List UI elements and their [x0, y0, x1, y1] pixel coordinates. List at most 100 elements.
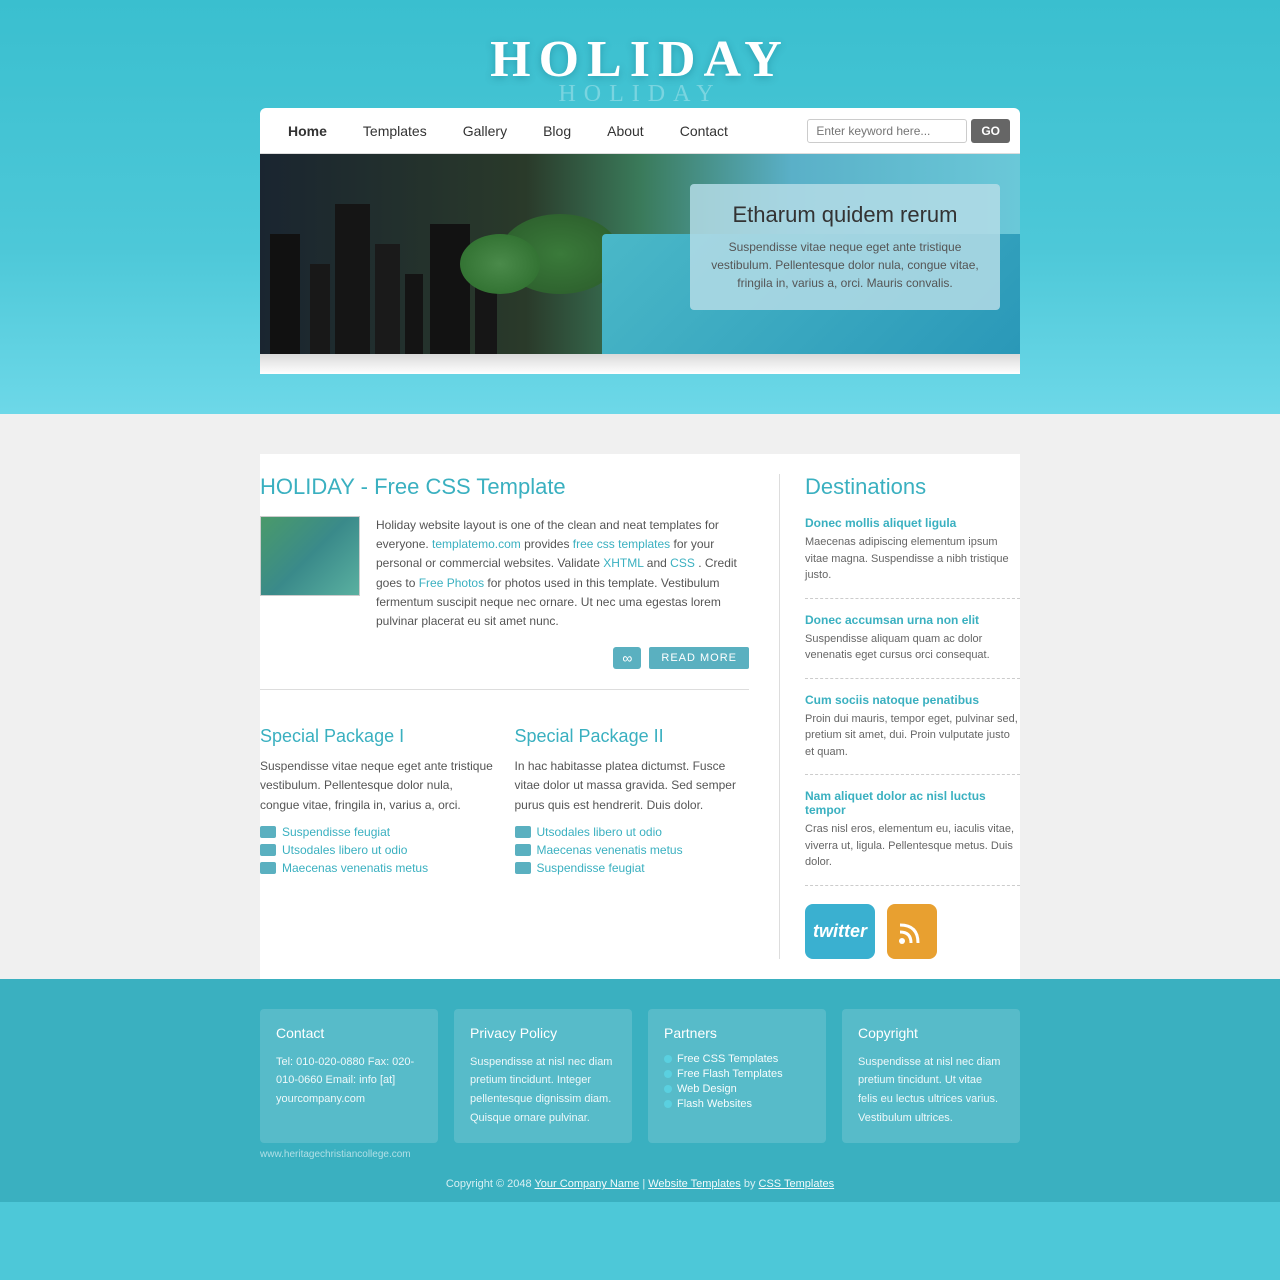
- footer-link-1: Free CSS Templates: [664, 1053, 810, 1065]
- company-link[interactable]: Your Company Name: [534, 1178, 639, 1190]
- nav-links: Home Templates Gallery Blog About Contac…: [270, 111, 807, 151]
- footer-copyright-text: Suspendisse at nisl nec diam pretium tin…: [858, 1053, 1004, 1128]
- social-icons: twitter: [805, 904, 1020, 959]
- destination-3: Cum sociis natoque penatibus Proin dui m…: [805, 693, 1020, 776]
- nav-gallery[interactable]: Gallery: [445, 111, 525, 151]
- about-text: Holiday website layout is one of the cle…: [376, 516, 749, 631]
- link-dot: [664, 1070, 672, 1078]
- list-icon: [515, 844, 531, 856]
- free-css-link[interactable]: free css templates: [573, 537, 670, 551]
- link-dot: [664, 1085, 672, 1093]
- partner-link-2[interactable]: Free Flash Templates: [677, 1068, 783, 1080]
- right-column: Destinations Donec mollis aliquet ligula…: [780, 474, 1020, 959]
- link-dot: [664, 1100, 672, 1108]
- footer-contact-title: Contact: [276, 1025, 422, 1041]
- list-item: Maecenas venenatis metus: [515, 843, 750, 857]
- site-title-reflection: HOLIDAY: [0, 81, 1280, 108]
- packages-section: Special Package I Suspendisse vitae nequ…: [260, 706, 749, 899]
- divider: [260, 689, 749, 690]
- hero-banner: Etharum quidem rerum Suspendisse vitae n…: [260, 154, 1020, 354]
- nav-contact[interactable]: Contact: [662, 111, 746, 151]
- list-item: Suspendisse feugiat: [515, 861, 750, 875]
- about-image: [260, 516, 360, 596]
- destination-1: Donec mollis aliquet ligula Maecenas adi…: [805, 516, 1020, 599]
- footer-privacy-title: Privacy Policy: [470, 1025, 616, 1041]
- footer-contact-text: Tel: 010-020-0880 Fax: 020-010-0660 Emai…: [276, 1053, 422, 1109]
- search-button[interactable]: GO: [971, 119, 1010, 143]
- dest-4-desc: Cras nisl eros, elementum eu, iaculis vi…: [805, 821, 1020, 871]
- dest-3-desc: Proin dui mauris, tempor eget, pulvinar …: [805, 711, 1020, 761]
- read-more-icon: ∞: [613, 647, 641, 669]
- package-1-desc: Suspendisse vitae neque eget ante tristi…: [260, 757, 495, 815]
- search-input[interactable]: [807, 119, 967, 143]
- footer-contact: Contact Tel: 010-020-0880 Fax: 020-010-0…: [260, 1009, 438, 1144]
- dest-1-desc: Maecenas adipiscing elementum ipsum vita…: [805, 534, 1020, 584]
- list-icon: [515, 826, 531, 838]
- partner-link-1[interactable]: Free CSS Templates: [677, 1053, 778, 1065]
- main-content: HOLIDAY - Free CSS Template Holiday webs…: [0, 414, 1280, 1202]
- about-section-title: HOLIDAY - Free CSS Template: [260, 474, 749, 500]
- package-2-title: Special Package II: [515, 726, 750, 747]
- free-photos-link[interactable]: Free Photos: [419, 576, 484, 590]
- list-item: Maecenas venenatis metus: [260, 861, 495, 875]
- xhtml-link[interactable]: XHTML: [603, 556, 643, 570]
- footer-watermark: www.heritagechristiancollege.com: [260, 1143, 1020, 1166]
- footer-link-3: Web Design: [664, 1083, 810, 1095]
- search-form: GO: [807, 119, 1010, 143]
- package-1: Special Package I Suspendisse vitae nequ…: [260, 726, 495, 879]
- list-item: Suspendisse feugiat: [260, 825, 495, 839]
- hero-shadow: [260, 354, 1020, 374]
- list-item: Utsodales libero ut odio: [515, 825, 750, 839]
- footer-privacy-text: Suspendisse at nisl nec diam pretium tin…: [470, 1053, 616, 1128]
- destination-4: Nam aliquet dolor ac nisl luctus tempor …: [805, 789, 1020, 886]
- css-templates-link[interactable]: CSS Templates: [759, 1178, 835, 1190]
- package-2-desc: In hac habitasse platea dictumst. Fusce …: [515, 757, 750, 815]
- dest-4-title[interactable]: Nam aliquet dolor ac nisl luctus tempor: [805, 789, 1020, 817]
- link-dot: [664, 1055, 672, 1063]
- partner-link-4[interactable]: Flash Websites: [677, 1098, 752, 1110]
- list-icon: [260, 826, 276, 838]
- dest-1-title[interactable]: Donec mollis aliquet ligula: [805, 516, 1020, 530]
- footer-partners: Partners Free CSS Templates Free Flash T…: [648, 1009, 826, 1144]
- footer-columns: Contact Tel: 010-020-0880 Fax: 020-010-0…: [260, 1009, 1020, 1144]
- dest-2-title[interactable]: Donec accumsan urna non elit: [805, 613, 1020, 627]
- hero-text-box: Etharum quidem rerum Suspendisse vitae n…: [690, 184, 1000, 310]
- nav-templates[interactable]: Templates: [345, 111, 445, 151]
- left-column: HOLIDAY - Free CSS Template Holiday webs…: [260, 474, 780, 959]
- list-item: Utsodales libero ut odio: [260, 843, 495, 857]
- css-link[interactable]: CSS: [670, 556, 695, 570]
- package-1-list: Suspendisse feugiat Utsodales libero ut …: [260, 825, 495, 875]
- dest-2-desc: Suspendisse aliquam quam ac dolor venena…: [805, 631, 1020, 664]
- about-content: Holiday website layout is one of the cle…: [260, 516, 749, 631]
- rss-svg: [897, 916, 927, 946]
- website-templates-link[interactable]: Website Templates: [648, 1178, 741, 1190]
- list-icon: [515, 862, 531, 874]
- package-1-title: Special Package I: [260, 726, 495, 747]
- rss-icon[interactable]: [887, 904, 937, 959]
- partner-link-3[interactable]: Web Design: [677, 1083, 737, 1095]
- hero-title: Etharum quidem rerum: [710, 202, 980, 228]
- list-icon: [260, 862, 276, 874]
- footer-link-2: Free Flash Templates: [664, 1068, 810, 1080]
- read-more-button[interactable]: READ MORE: [649, 647, 749, 669]
- footer: Contact Tel: 010-020-0880 Fax: 020-010-0…: [0, 979, 1280, 1203]
- footer-copyright-title: Copyright: [858, 1025, 1004, 1041]
- twitter-icon[interactable]: twitter: [805, 904, 875, 959]
- nav-blog[interactable]: Blog: [525, 111, 589, 151]
- footer-partners-title: Partners: [664, 1025, 810, 1041]
- destination-2: Donec accumsan urna non elit Suspendisse…: [805, 613, 1020, 679]
- destinations-title: Destinations: [805, 474, 1020, 500]
- read-more-container: ∞ READ MORE: [260, 647, 749, 669]
- templatemo-link[interactable]: templatemo.com: [432, 537, 521, 551]
- footer-link-4: Flash Websites: [664, 1098, 810, 1110]
- dest-3-title[interactable]: Cum sociis natoque penatibus: [805, 693, 1020, 707]
- footer-copyright: Copyright Suspendisse at nisl nec diam p…: [842, 1009, 1020, 1144]
- hero-description: Suspendisse vitae neque eget ante tristi…: [710, 238, 980, 292]
- footer-bottom: Copyright © 2048 Your Company Name | Web…: [260, 1166, 1020, 1202]
- nav-home[interactable]: Home: [270, 111, 345, 151]
- package-2-list: Utsodales libero ut odio Maecenas venena…: [515, 825, 750, 875]
- twitter-logo: twitter: [813, 921, 867, 942]
- nav-about[interactable]: About: [589, 111, 662, 151]
- list-icon: [260, 844, 276, 856]
- package-2: Special Package II In hac habitasse plat…: [515, 726, 750, 879]
